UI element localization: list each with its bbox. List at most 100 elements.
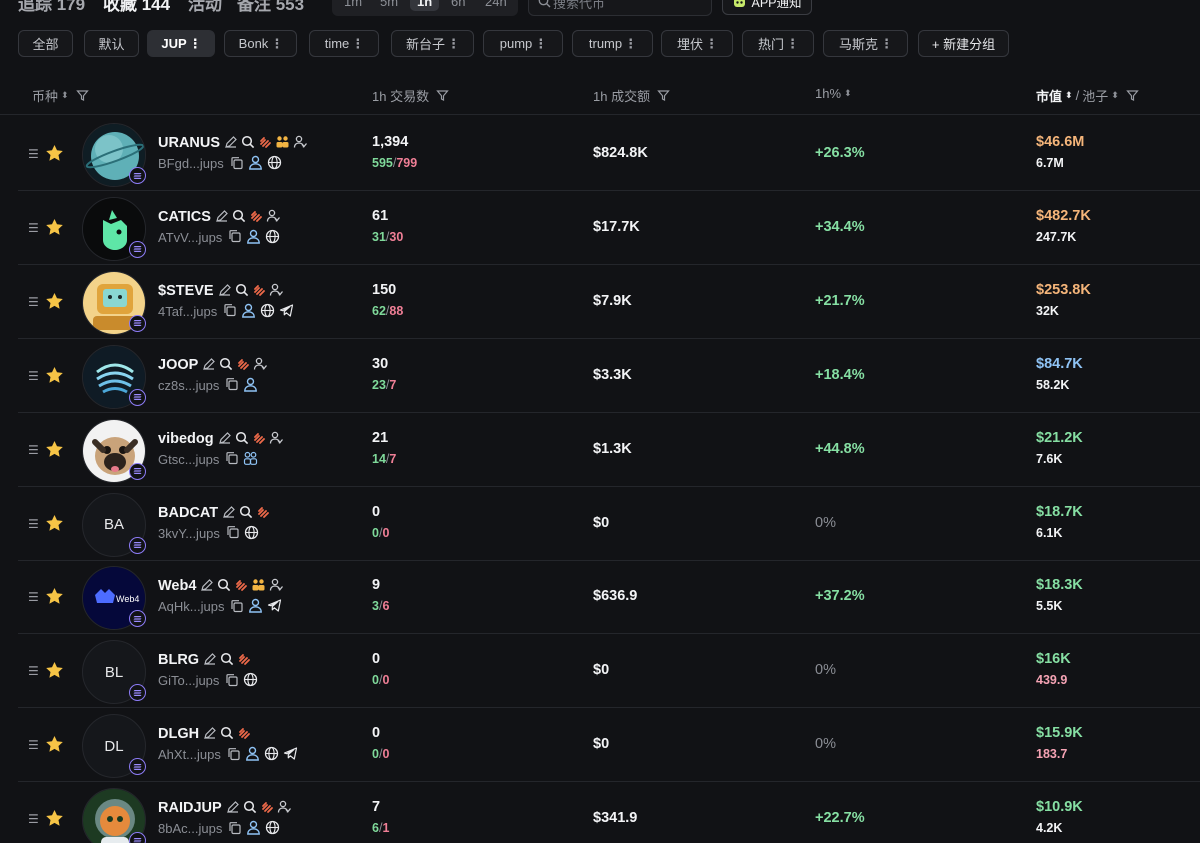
edit-icon[interactable] <box>215 209 229 228</box>
copy-icon[interactable] <box>226 525 240 544</box>
filter-icon[interactable] <box>1125 89 1139 102</box>
more-options-icon[interactable]: ⋮ <box>534 36 547 52</box>
copy-icon[interactable] <box>227 747 241 766</box>
dev-icon[interactable] <box>269 431 283 450</box>
person-icon[interactable] <box>248 155 263 175</box>
search-icon[interactable] <box>235 431 249 450</box>
token-address[interactable]: GiTo...jups <box>158 673 219 688</box>
edit-icon[interactable] <box>224 135 238 154</box>
table-row[interactable]: ☰ vibedog Gtsc...jups 21 14/7 $1.3K +44.… <box>18 413 1200 487</box>
favorite-star-icon[interactable] <box>45 144 64 167</box>
drag-handle-icon[interactable]: ☰ <box>28 296 39 308</box>
more-options-icon[interactable]: ⋮ <box>705 36 718 52</box>
favorite-star-icon[interactable] <box>45 809 64 832</box>
copy-icon[interactable] <box>228 229 242 248</box>
dev-icon[interactable] <box>253 357 268 376</box>
timeframe-1m[interactable]: 1m <box>344 0 362 9</box>
token-name[interactable]: URANUS <box>158 135 220 151</box>
table-row[interactable]: ☰ DL DLGH AhXt...jups 0 0/0 $0 0% $15.9K… <box>18 708 1200 783</box>
telegram-icon[interactable] <box>279 303 294 323</box>
token-address[interactable]: 8bAc...jups <box>158 821 222 836</box>
favorite-star-icon[interactable] <box>45 218 64 241</box>
new-group-button[interactable]: + 新建分组 <box>918 30 1009 57</box>
search-icon[interactable] <box>239 505 253 524</box>
fire-icon[interactable] <box>237 726 251 745</box>
more-options-icon[interactable]: ⋮ <box>351 36 364 52</box>
dev-icon[interactable] <box>266 209 280 228</box>
favorite-star-icon[interactable] <box>45 440 64 463</box>
telegram-icon[interactable] <box>283 746 298 766</box>
group-tab-musk[interactable]: 马斯克 ⋮ <box>823 30 908 57</box>
more-options-icon[interactable]: ⋮ <box>447 36 460 52</box>
search-icon[interactable] <box>232 209 246 228</box>
favorite-star-icon[interactable] <box>45 587 64 610</box>
search-icon[interactable] <box>219 357 233 376</box>
copy-icon[interactable] <box>228 821 242 840</box>
filter-icon[interactable] <box>436 89 449 102</box>
column-market-cap[interactable]: 市值 ⬍ / 池子 ⬍ <box>1036 86 1139 105</box>
person-icon[interactable] <box>243 377 258 397</box>
search-icon[interactable] <box>217 578 231 597</box>
search-input[interactable] <box>553 0 703 13</box>
fire-icon[interactable] <box>252 431 266 450</box>
copy-icon[interactable] <box>225 377 239 396</box>
person-icon[interactable] <box>248 598 263 618</box>
edit-icon[interactable] <box>202 357 216 376</box>
drag-handle-icon[interactable]: ☰ <box>28 739 39 751</box>
edit-icon[interactable] <box>222 505 236 524</box>
search-icon[interactable] <box>220 652 234 671</box>
drag-handle-icon[interactable]: ☰ <box>28 591 39 603</box>
edit-icon[interactable] <box>226 800 240 819</box>
drag-handle-icon[interactable]: ☰ <box>28 222 39 234</box>
table-row[interactable]: ☰ JOOP cz8s...jups 30 23/7 $3.3K +18.4% … <box>18 339 1200 413</box>
favorite-star-icon[interactable] <box>45 661 64 684</box>
search-icon[interactable] <box>241 135 255 154</box>
token-name[interactable]: Web4 <box>158 578 196 594</box>
person-icon[interactable] <box>241 303 256 323</box>
globe-icon[interactable] <box>264 746 279 766</box>
fire-icon[interactable] <box>237 652 251 671</box>
group-tab-hot[interactable]: 热门 ⋮ <box>742 30 814 57</box>
copy-icon[interactable] <box>225 451 239 470</box>
sort-desc-icon[interactable]: ⬍ <box>1065 91 1073 100</box>
edit-icon[interactable] <box>203 726 217 745</box>
timeframe-1h[interactable]: 1h <box>410 0 440 11</box>
column-change[interactable]: 1h% ⬍ <box>815 86 852 101</box>
favorite-star-icon[interactable] <box>45 292 64 315</box>
more-options-icon[interactable]: ⋮ <box>786 36 799 52</box>
favorite-star-icon[interactable] <box>45 514 64 537</box>
group-tab-ambush[interactable]: 埋伏 ⋮ <box>661 30 733 57</box>
column-volume[interactable]: 1h 成交额 <box>593 86 670 105</box>
token-name[interactable]: JOOP <box>158 357 198 373</box>
more-options-icon[interactable]: ⋮ <box>880 36 893 52</box>
fire-icon[interactable] <box>258 135 272 154</box>
tab-tracking[interactable]: 追踪 179 <box>18 0 85 15</box>
sort-icon[interactable]: ⬍ <box>61 91 69 100</box>
fire-icon[interactable] <box>256 505 270 524</box>
drag-handle-icon[interactable]: ☰ <box>28 665 39 677</box>
table-row[interactable]: ☰ RAIDJUP 8bAc...jups 7 6/1 $341.9 +22.7… <box>18 782 1200 843</box>
person-icon[interactable] <box>245 746 260 766</box>
token-address[interactable]: 4Taf...jups <box>158 304 217 319</box>
copy-icon[interactable] <box>223 303 237 322</box>
globe-icon[interactable] <box>243 672 258 692</box>
group-tab-trump[interactable]: trump ⋮ <box>572 30 653 57</box>
more-options-icon[interactable]: ⋮ <box>189 36 202 52</box>
group-tab-bonk[interactable]: Bonk ⋮ <box>224 30 297 57</box>
filter-icon[interactable] <box>75 89 89 102</box>
copy-icon[interactable] <box>225 673 239 692</box>
more-options-icon[interactable]: ⋮ <box>624 36 637 52</box>
group-tab-default[interactable]: 默认 <box>84 30 139 57</box>
search-icon[interactable] <box>243 800 257 819</box>
token-address[interactable]: AqHk...jups <box>158 599 224 614</box>
holders-icon[interactable] <box>275 135 290 154</box>
table-row[interactable]: ☰ URANUS BFgd...jups 1,394 595/799 $824.… <box>18 117 1200 191</box>
token-address[interactable]: ATvV...jups <box>158 230 222 245</box>
app-notify-button[interactable]: APP通知 <box>722 0 812 15</box>
tab-activity[interactable]: 活动 <box>188 0 222 15</box>
globe-icon[interactable] <box>267 155 282 175</box>
fire-icon[interactable] <box>249 209 263 228</box>
globe-icon[interactable] <box>260 303 275 323</box>
globe-icon[interactable] <box>265 820 280 840</box>
token-name[interactable]: vibedog <box>158 431 214 447</box>
